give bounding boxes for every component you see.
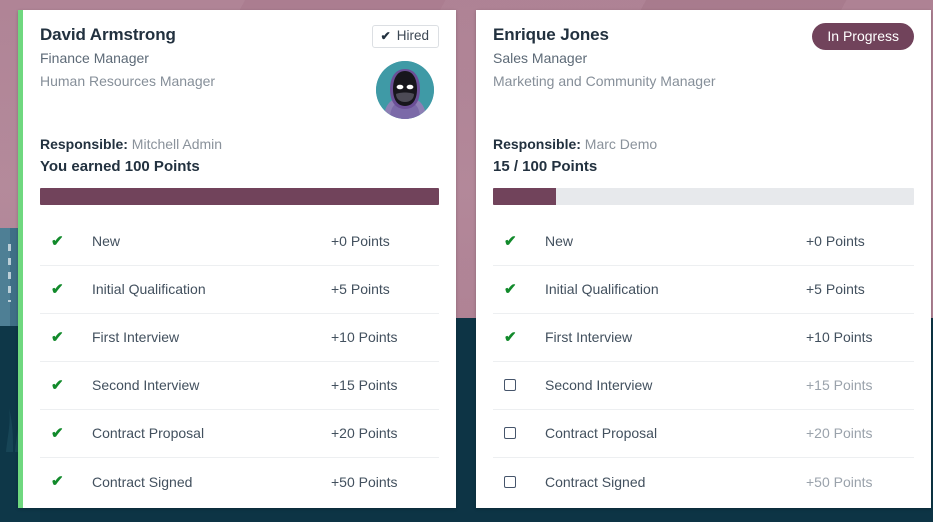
stage-points: +20 Points xyxy=(806,425,873,441)
candidate-card-david-armstrong[interactable]: David Armstrong Finance Manager Human Re… xyxy=(18,10,456,508)
stage-row[interactable]: ✔ New +0 Points xyxy=(493,218,914,266)
status-badge-hired[interactable]: ✔ Hired xyxy=(371,25,439,48)
stage-name: Second Interview xyxy=(92,377,200,393)
stage-name: New xyxy=(545,233,574,249)
check-icon: ✔ xyxy=(380,28,391,43)
points-summary: 15 / 100 Points xyxy=(493,158,598,175)
stage-points: +50 Points xyxy=(331,473,398,490)
candidate-name: David Armstrong xyxy=(40,25,176,44)
stage-checked-icon[interactable]: ✔ xyxy=(493,234,545,249)
check-icon: ✔ xyxy=(51,328,64,346)
stage-points: +10 Points xyxy=(806,329,873,345)
stage-name: Second Interview xyxy=(545,377,653,393)
stage-list: ✔ New +0 Points ✔ Initial Qualification +5 Po… xyxy=(493,218,914,506)
check-icon: ✔ xyxy=(51,424,64,442)
points-progress-fill xyxy=(40,187,439,205)
check-icon: ✔ xyxy=(51,232,64,250)
candidate-card-enrique-jones[interactable]: Enrique Jones Sales Manager Marketing an… xyxy=(476,10,931,508)
stage-row[interactable]: Contract Signed +50 Points xyxy=(493,458,914,506)
stage-name: New xyxy=(92,233,121,249)
stage-row[interactable]: ✔ First Interview +10 Points xyxy=(40,314,439,362)
check-icon: ✔ xyxy=(504,280,517,298)
stage-name: Contract Proposal xyxy=(545,425,658,441)
stage-name: First Interview xyxy=(92,329,180,345)
stage-points: +0 Points xyxy=(331,233,390,249)
card-meta: Responsible: Marc Demo 15 / 100 Points xyxy=(493,134,914,179)
stage-row[interactable]: Second Interview +15 Points xyxy=(493,362,914,410)
points-progress-bar xyxy=(40,187,439,205)
stage-checked-icon[interactable]: ✔ xyxy=(40,378,92,393)
stage-checked-icon[interactable]: ✔ xyxy=(40,330,92,345)
department-label: Human Resources Manager xyxy=(40,72,216,89)
stage-checked-icon[interactable]: ✔ xyxy=(40,474,92,489)
stage-checkbox[interactable] xyxy=(493,475,545,488)
responsible-line: Responsible: Marc Demo xyxy=(493,134,914,155)
responsible-line: Responsible: Mitchell Admin xyxy=(40,134,439,155)
stage-points: +15 Points xyxy=(806,377,873,393)
checkbox-icon[interactable] xyxy=(504,475,516,488)
checkbox-icon[interactable] xyxy=(504,427,516,439)
card-header: Enrique Jones Sales Manager Marketing an… xyxy=(493,23,914,120)
card-meta: Responsible: Mitchell Admin You earned 1… xyxy=(40,134,439,179)
stage-points: +5 Points xyxy=(331,281,390,297)
stage-checked-icon[interactable]: ✔ xyxy=(40,282,92,297)
department-label: Marketing and Community Manager xyxy=(493,72,716,89)
stage-points: +15 Points xyxy=(331,377,398,393)
stage-checked-icon[interactable]: ✔ xyxy=(493,330,545,345)
stage-name: Contract Signed xyxy=(92,473,193,490)
stage-checkbox[interactable] xyxy=(493,379,545,391)
stage-name: Initial Qualification xyxy=(545,281,659,297)
check-icon: ✔ xyxy=(51,376,64,394)
stage-row[interactable]: Contract Proposal +20 Points xyxy=(493,410,914,458)
stage-row[interactable]: ✔ New +0 Points xyxy=(40,218,439,266)
points-progress-bar xyxy=(493,187,914,205)
stage-name: Contract Proposal xyxy=(92,425,205,441)
checkbox-icon[interactable] xyxy=(504,379,516,391)
stage-name: First Interview xyxy=(545,329,633,345)
stage-points: +0 Points xyxy=(806,233,865,249)
stage-checkbox[interactable] xyxy=(493,427,545,439)
stage-checked-icon[interactable]: ✔ xyxy=(40,426,92,441)
card-header: David Armstrong Finance Manager Human Re… xyxy=(40,24,439,120)
job-position: Sales Manager xyxy=(493,49,588,66)
status-badge-label: Hired xyxy=(396,28,429,43)
stage-name: Initial Qualification xyxy=(92,281,206,297)
avatar[interactable] xyxy=(376,61,434,119)
stage-name: Contract Signed xyxy=(545,473,646,490)
points-summary: You earned 100 Points xyxy=(40,158,200,175)
responsible-label: Responsible: xyxy=(493,136,581,152)
stage-row[interactable]: ✔ First Interview +10 Points xyxy=(493,314,914,362)
responsible-value: Mitchell Admin xyxy=(131,136,223,152)
responsible-label: Responsible: xyxy=(40,136,128,152)
stage-checked-icon[interactable]: ✔ xyxy=(493,282,545,297)
stage-row[interactable]: ✔ Contract Proposal +20 Points xyxy=(40,410,439,458)
stage-points: +20 Points xyxy=(331,425,398,441)
check-icon: ✔ xyxy=(504,328,517,346)
candidate-name: Enrique Jones xyxy=(493,25,609,44)
check-icon: ✔ xyxy=(504,232,517,250)
stage-points: +5 Points xyxy=(806,281,865,297)
stage-points: +10 Points xyxy=(331,329,398,345)
stage-row[interactable]: ✔ Second Interview +15 Points xyxy=(40,362,439,410)
status-badge-label: In Progress xyxy=(827,28,899,44)
points-progress-fill xyxy=(493,187,557,205)
responsible-value: Marc Demo xyxy=(584,136,658,152)
status-badge-in-progress[interactable]: In Progress xyxy=(812,23,914,50)
stage-list: ✔ New +0 Points ✔ Initial Qualification +5 Po… xyxy=(40,218,439,506)
stage-checked-icon[interactable]: ✔ xyxy=(40,234,92,249)
stage-points: +50 Points xyxy=(806,473,873,490)
stage-row[interactable]: ✔ Contract Signed +50 Points xyxy=(40,458,439,506)
background-dashed-line xyxy=(8,244,11,302)
stage-row[interactable]: ✔ Initial Qualification +5 Points xyxy=(40,266,439,314)
job-position: Finance Manager xyxy=(40,49,149,66)
stage-row[interactable]: ✔ Initial Qualification +5 Points xyxy=(493,266,914,314)
check-icon: ✔ xyxy=(51,280,64,298)
check-icon: ✔ xyxy=(51,473,64,490)
